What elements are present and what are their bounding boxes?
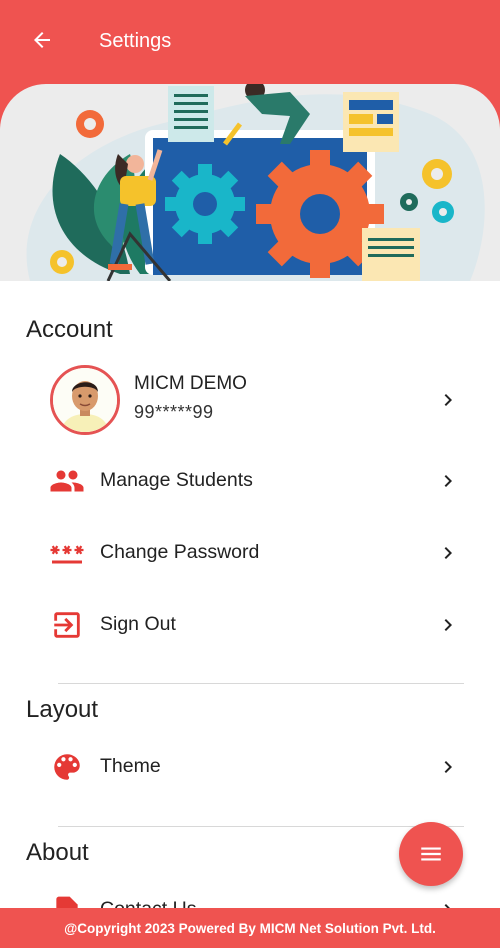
app-bar: Settings — [0, 0, 500, 84]
profile-row[interactable]: MICM DEMO 99*****99 — [0, 360, 500, 440]
footer: @Copyright 2023 Powered By MICM Net Solu… — [0, 908, 500, 948]
settings-illustration — [26, 84, 485, 281]
theme-label: Theme — [100, 755, 161, 777]
chevron-right-icon — [444, 475, 452, 487]
student-photo — [53, 368, 117, 432]
logout-icon — [48, 607, 86, 643]
hero-banner — [0, 84, 500, 281]
divider — [58, 683, 464, 684]
profile-phone: 99*****99 — [134, 402, 214, 422]
arrow-back-icon — [34, 32, 50, 48]
change-password-label: Change Password — [100, 541, 260, 563]
chevron-right-icon — [444, 394, 452, 406]
menu-fab-button[interactable] — [399, 822, 463, 886]
profile-name: MICM DEMO — [134, 373, 247, 394]
change-password-item[interactable]: Change Password — [0, 521, 500, 585]
divider — [58, 826, 464, 827]
manage-students-item[interactable]: Manage Students — [0, 449, 500, 513]
group-icon — [48, 463, 86, 499]
menu-icon — [421, 847, 441, 861]
section-account-title: Account — [26, 316, 113, 343]
manage-students-label: Manage Students — [100, 469, 253, 491]
section-layout-title: Layout — [26, 696, 99, 723]
sign-out-label: Sign Out — [100, 613, 176, 635]
page-title: Settings — [99, 30, 172, 52]
password-icon — [48, 535, 86, 571]
section-about-title: About — [26, 839, 89, 866]
sign-out-item[interactable]: Sign Out — [0, 593, 500, 657]
chevron-right-icon — [444, 547, 452, 559]
footer-copyright: @Copyright 2023 Powered By MICM Net Solu… — [64, 920, 436, 936]
avatar — [50, 365, 120, 435]
back-button[interactable] — [24, 22, 60, 58]
chevron-right-icon — [444, 619, 452, 631]
palette-icon — [48, 749, 86, 785]
theme-item[interactable]: Theme — [0, 735, 500, 799]
chevron-right-icon — [444, 761, 452, 773]
